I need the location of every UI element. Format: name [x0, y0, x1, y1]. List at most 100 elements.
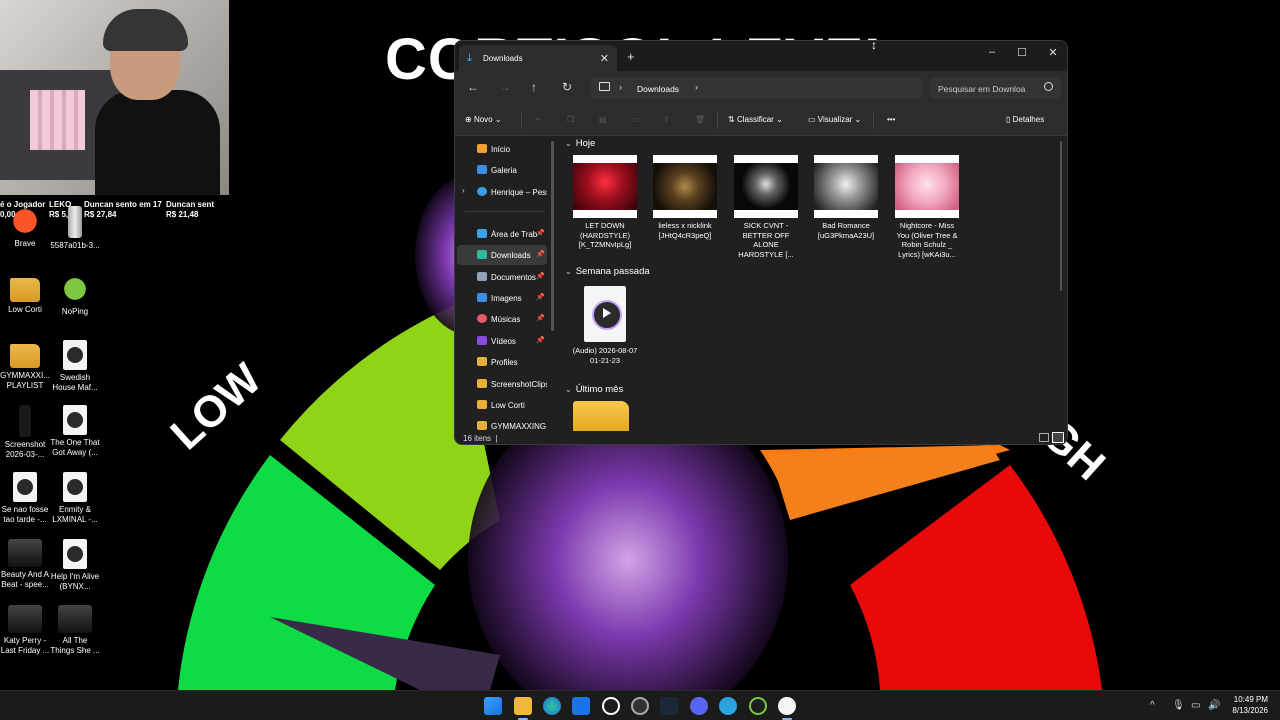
- obs-icon[interactable]: [631, 697, 649, 715]
- paste-icon[interactable]: ▤: [599, 115, 607, 124]
- details-view-icon[interactable]: [1039, 433, 1049, 442]
- file-item[interactable]: SICK CVNT - BETTER OFF ALONE HARDSTYLE […: [732, 155, 800, 259]
- discord-icon[interactable]: [690, 697, 708, 715]
- sidebar-item-screenshotclips[interactable]: ScreenshotClips: [457, 374, 547, 394]
- desktop-icon-enmity[interactable]: Enmity & LXMINAL -...: [50, 472, 100, 525]
- desktop-icon-katy-perry[interactable]: Katy Perry - Last Friday ...: [0, 605, 50, 656]
- chevron-down-icon: ⌄: [565, 139, 572, 148]
- sidebar-item-galeria[interactable]: Galeria: [457, 160, 547, 180]
- volume-icon[interactable]: 🔊: [1208, 700, 1220, 711]
- sidebar-scrollbar[interactable]: [551, 141, 554, 331]
- tab-downloads[interactable]: ⤓ Downloads ✕: [459, 45, 617, 71]
- telegram-icon[interactable]: [719, 697, 737, 715]
- file-item[interactable]: Nightcore - Miss You (Oliver Tree & Robi…: [893, 155, 961, 259]
- desktop-icon-all-the-things[interactable]: All The Things She ...: [50, 605, 100, 656]
- start-icon[interactable]: [484, 697, 502, 715]
- network-icon[interactable]: ▭: [1191, 700, 1200, 711]
- desktop-icon-low-corti[interactable]: Low Corti: [0, 274, 50, 315]
- group-header-last-month[interactable]: ⌄ Último mês: [565, 384, 623, 395]
- refresh-icon[interactable]: ↻: [562, 80, 572, 94]
- desktop-icon-file[interactable]: 5587a01b-3...: [50, 206, 100, 251]
- sidebar-item-videos[interactable]: Vídeos 📌: [457, 331, 547, 351]
- close-window-button[interactable]: ✕: [1043, 46, 1063, 59]
- folder-icon: [477, 379, 487, 388]
- video-file-icon: [13, 472, 37, 502]
- sidebar-item-inicio[interactable]: Início: [457, 139, 547, 159]
- xbox-app-icon[interactable]: [749, 697, 767, 715]
- sidebar-item-imagens[interactable]: Imagens 📌: [457, 288, 547, 308]
- minimize-button[interactable]: –: [982, 46, 1002, 58]
- sidebar-item-musicas[interactable]: Músicas 📌: [457, 309, 547, 329]
- more-options-button[interactable]: •••: [887, 115, 895, 124]
- media-player-icon[interactable]: [778, 697, 796, 720]
- chevron-up-icon[interactable]: ^: [1150, 700, 1155, 711]
- desktop-icon-help-im-alive[interactable]: Help I'm Alive (BYNX...: [50, 539, 100, 592]
- desktop-icon-screenshot[interactable]: Screenshot 2026-03-...: [0, 405, 50, 460]
- plus-circle-icon: ⊕: [465, 115, 474, 124]
- desktop-icon-one-that-got-away[interactable]: The One That Got Away (...: [50, 405, 100, 458]
- sort-button[interactable]: ⇅ Classificar ⌄: [728, 115, 783, 124]
- forward-arrow-icon[interactable]: →: [499, 80, 511, 94]
- new-tab-button[interactable]: +: [627, 49, 635, 64]
- maximize-button[interactable]: ☐: [1012, 46, 1032, 59]
- desktop-icon-beauty[interactable]: Beauty And A Beat - spee...: [0, 539, 50, 590]
- address-bar[interactable]: › Downloads ›: [591, 77, 923, 99]
- outlook-icon[interactable]: [572, 697, 590, 715]
- clock[interactable]: 10:49 PM 8/13/2026: [1232, 694, 1268, 716]
- share-icon[interactable]: ⇪: [663, 115, 670, 124]
- navigation-pane: Início Galeria › Henrique – Pess Área de …: [455, 136, 552, 431]
- desktop-icon-se-nao-fosse[interactable]: Se nao fosse tao tarde -...: [0, 472, 50, 525]
- sort-icon: ⇅: [728, 115, 737, 124]
- sidebar-item-profiles[interactable]: Profiles: [457, 352, 547, 372]
- desktop-icon: [477, 229, 487, 238]
- microphone-icon[interactable]: 🎙: [1172, 700, 1185, 711]
- group-header-last-week[interactable]: ⌄ Semana passada: [565, 266, 650, 277]
- desktop-icon-brave[interactable]: Brave: [0, 206, 50, 249]
- image-file-icon: [19, 405, 31, 437]
- folder-icon[interactable]: [573, 401, 629, 431]
- media-file-icon: [584, 286, 626, 342]
- close-tab-icon[interactable]: ✕: [600, 52, 609, 65]
- xbox-icon[interactable]: [602, 697, 620, 715]
- file-item[interactable]: LET DOWN (HARDSTYLE) [K_TZMNvIpLg]: [571, 155, 639, 250]
- file-item[interactable]: (Audio) 2026-08-07 01-21-23: [571, 286, 639, 365]
- steam-icon[interactable]: [660, 697, 678, 715]
- folder-icon: [477, 357, 487, 366]
- back-arrow-icon[interactable]: ←: [467, 80, 479, 94]
- desktop-icon-noping[interactable]: NoPing: [50, 274, 100, 317]
- file-explorer-icon[interactable]: [514, 697, 532, 720]
- delete-icon[interactable]: 🗑: [695, 115, 705, 124]
- chevron-right-icon[interactable]: ›: [695, 82, 698, 92]
- cut-icon[interactable]: ✂: [535, 115, 542, 124]
- large-icons-view-icon[interactable]: [1052, 432, 1064, 443]
- desktop-icon-gymmaxxing[interactable]: GYMMAXXI... PLAYLIST: [0, 340, 50, 391]
- sidebar-item-documentos[interactable]: Documentos 📌: [457, 267, 547, 287]
- noping-icon: [60, 274, 90, 304]
- details-button[interactable]: ▯ Detalhes: [1006, 115, 1044, 124]
- file-item[interactable]: lieless x nicklink [JHtQ4cR3peQ]: [651, 155, 719, 240]
- search-input[interactable]: Pesquisar em Downloa: [929, 77, 1061, 99]
- breadcrumb[interactable]: Downloads: [637, 84, 679, 94]
- document-icon: [477, 272, 487, 281]
- chevron-right-icon[interactable]: ›: [462, 186, 465, 195]
- sidebar-item-area-de-trabalho[interactable]: Área de Trab 📌: [457, 224, 547, 244]
- copy-icon[interactable]: ❐: [567, 115, 574, 124]
- group-header-today[interactable]: ⌄ Hoje: [565, 138, 595, 149]
- sidebar-item-downloads[interactable]: Downloads 📌: [457, 245, 547, 265]
- sidebar-item-low-corti[interactable]: Low Corti: [457, 395, 547, 415]
- video-file-icon: [63, 472, 87, 502]
- new-button[interactable]: ⊕ Novo ⌄: [465, 115, 502, 124]
- sidebar-item-onedrive[interactable]: › Henrique – Pess: [457, 182, 547, 202]
- up-arrow-icon[interactable]: ↑: [531, 80, 537, 94]
- rename-icon[interactable]: ▭: [631, 115, 639, 124]
- cloud-icon: [477, 187, 487, 196]
- file-item[interactable]: Bad Romance [uG3PkmaA23U]: [812, 155, 880, 240]
- folder-icon: [10, 278, 40, 302]
- desktop-icon-swedish[interactable]: Swedish House Maf...: [50, 340, 100, 393]
- pin-icon: 📌: [536, 273, 545, 280]
- sidebar-item-gymmaxxing[interactable]: GYMMAXXING I: [457, 416, 547, 431]
- view-button[interactable]: ▭ Visualizar ⌄: [808, 115, 861, 124]
- edge-icon[interactable]: [543, 697, 561, 715]
- video-file-icon: [63, 539, 87, 569]
- content-scrollbar[interactable]: [1060, 141, 1062, 291]
